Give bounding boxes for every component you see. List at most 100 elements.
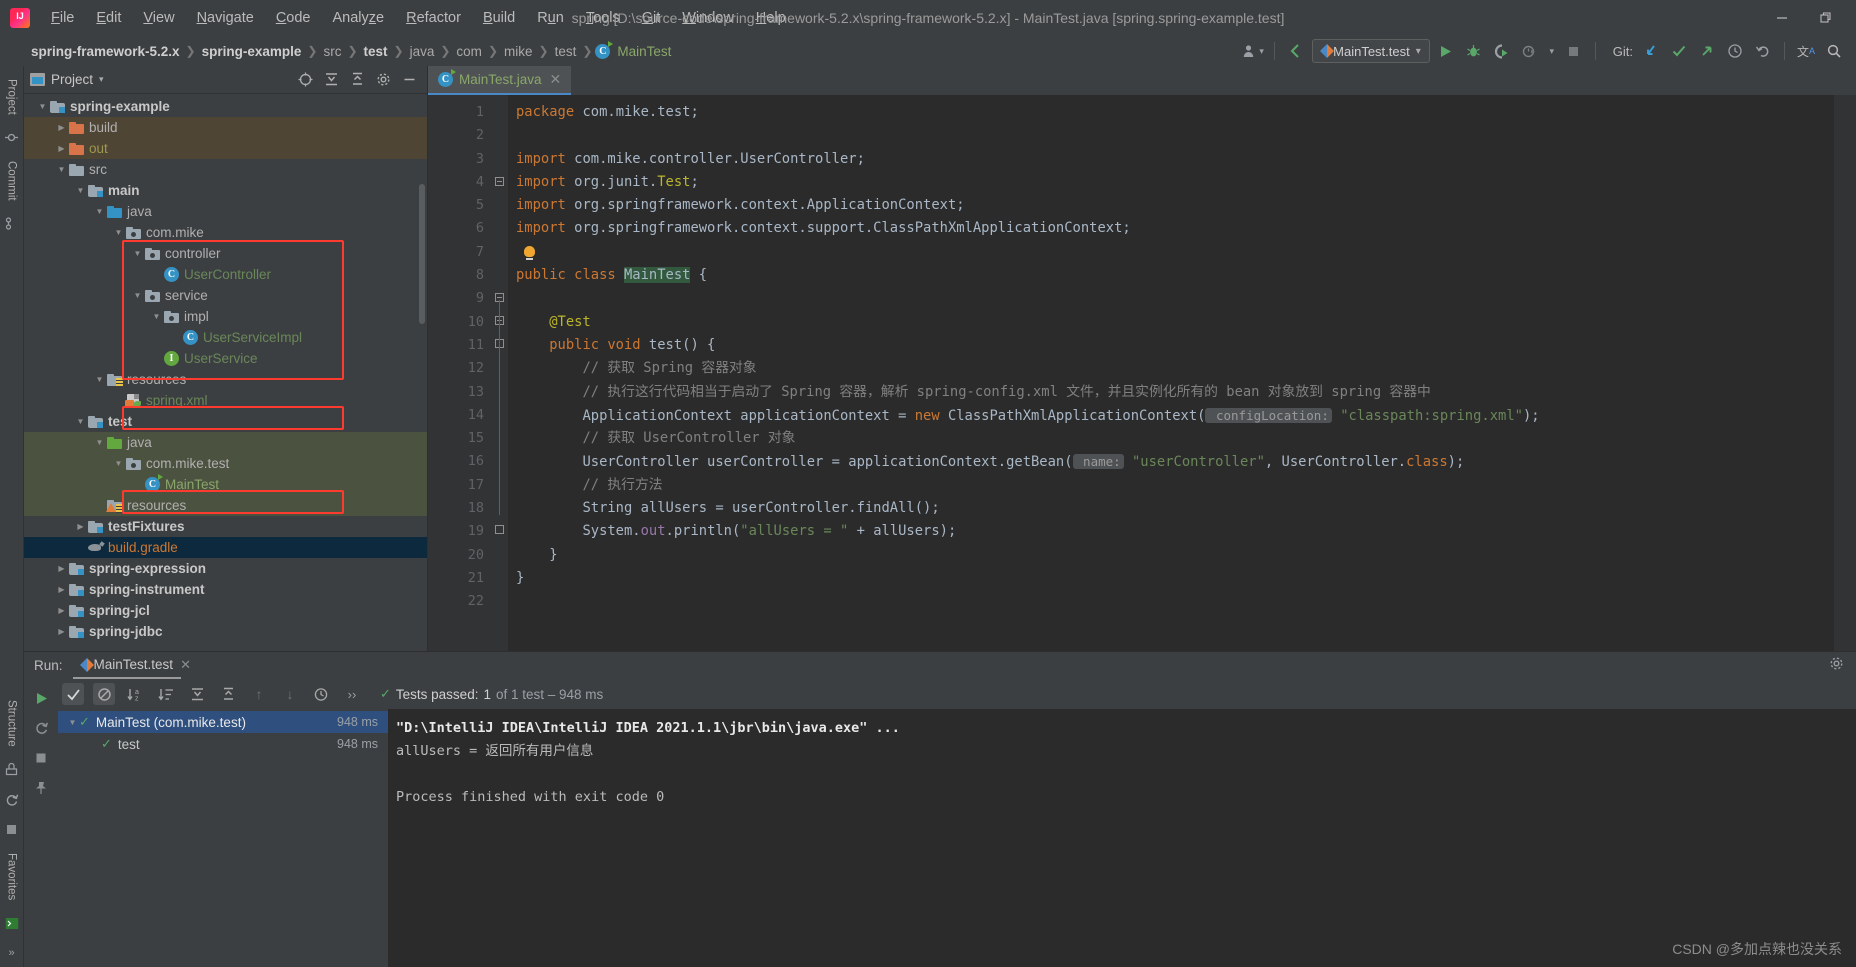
line-number[interactable]: 20 [428, 544, 490, 567]
breadcrumb-item-com[interactable]: com [453, 43, 485, 60]
close-icon[interactable]: ✕ [180, 657, 191, 673]
fold-marker[interactable] [490, 544, 508, 567]
collapse-all-icon[interactable] [345, 68, 369, 92]
breadcrumb-item-spring-framework-5-2-x[interactable]: spring-framework-5.2.x [28, 43, 183, 60]
chevron-right-icon[interactable]: ▶ [55, 564, 68, 573]
line-number[interactable]: 11 [428, 334, 506, 357]
tree-node-MainTest[interactable]: C MainTest [24, 474, 427, 495]
tree-node-spring-instrument[interactable]: ▶ spring-instrument [24, 579, 427, 600]
line-number-gutter[interactable]: 1 2 3 4 5 6 7 8 9 10 11 12 13 14 15 16 17 18 19 20 21 22 [428, 95, 506, 651]
run-tab-maintest[interactable]: MainTest.test ✕ [72, 657, 191, 679]
chevron-right-icon[interactable]: ▶ [55, 123, 68, 132]
tree-node-main[interactable]: ▼ main [24, 180, 427, 201]
chevron-right-icon[interactable]: ▶ [55, 585, 68, 594]
code-line[interactable]: ApplicationContext applicationContext = … [508, 404, 1834, 427]
line-number[interactable]: 17 [428, 474, 490, 497]
line-number[interactable]: 7 [428, 241, 490, 264]
pin-icon[interactable] [30, 777, 52, 799]
tree-node-out[interactable]: ▶ out [24, 138, 427, 159]
tree-node-spring-jcl[interactable]: ▶ spring-jcl [24, 600, 427, 621]
code-line[interactable] [508, 287, 1834, 310]
line-number[interactable]: 9 [428, 287, 490, 310]
line-number[interactable]: 19 [428, 520, 490, 543]
menu-item-refactor[interactable]: Refactor [395, 6, 472, 30]
tree-node-com-mike[interactable]: ▼ com.mike [24, 222, 427, 243]
tree-node-resources[interactable]: ▼ resources [24, 369, 427, 390]
fold-marker[interactable] [490, 264, 508, 287]
code-line[interactable] [508, 124, 1834, 147]
chevron-down-icon[interactable]: ▾ [99, 74, 104, 85]
tree-node-spring-xml[interactable]: spring.xml [24, 390, 427, 411]
test-tree-row[interactable]: ▼ ✓ MainTest (com.mike.test) 948 ms [58, 711, 388, 733]
sort-alphabetically-button[interactable]: az [124, 683, 146, 705]
code-line[interactable]: // 获取 Spring 容器对象 [508, 357, 1834, 380]
stop-icon[interactable] [30, 747, 52, 769]
menu-item-view[interactable]: View [132, 6, 185, 30]
code-line[interactable]: } [508, 544, 1834, 567]
debug-button[interactable] [1462, 39, 1486, 63]
stop-strip-icon[interactable] [3, 821, 21, 839]
code-line[interactable]: package com.mike.test; [508, 101, 1834, 124]
fold-marker[interactable] [490, 124, 508, 147]
fold-marker[interactable] [490, 217, 508, 240]
chevron-down-icon[interactable]: ▾ [1416, 46, 1421, 57]
breadcrumb-item-java[interactable]: java [407, 43, 438, 60]
sidebar-item-commit[interactable]: Commit [3, 154, 21, 208]
tree-node-UserController[interactable]: C UserController [24, 264, 427, 285]
window-controls[interactable] [1760, 1, 1856, 35]
test-history-button[interactable] [310, 683, 332, 705]
code-line[interactable] [508, 241, 1834, 264]
chevron-down-icon[interactable]: ▼ [36, 102, 49, 111]
line-number[interactable]: 4 [428, 171, 490, 194]
chevron-down-icon[interactable]: ▼ [131, 249, 144, 258]
fold-marker[interactable] [490, 101, 508, 124]
user-avatar-icon[interactable]: ▾ [1241, 39, 1265, 63]
code-line[interactable]: System.out.println("allUsers = " + allUs… [508, 520, 1834, 543]
breadcrumb[interactable]: spring-framework-5.2.x ❯ spring-example ❯ sr… [28, 40, 674, 60]
menu-item-edit[interactable]: Edit [85, 6, 132, 30]
fold-marker[interactable] [490, 590, 508, 613]
tree-node-spring-example[interactable]: ▼ spring-example [24, 96, 427, 117]
breadcrumb-item-spring-example[interactable]: spring-example [199, 43, 305, 60]
fold-region-toggle[interactable] [495, 177, 504, 186]
tree-node-service[interactable]: ▼ service [24, 285, 427, 306]
chevron-down-icon[interactable]: ▼ [112, 459, 125, 468]
menu-item-tools[interactable]: Tools [575, 6, 631, 30]
line-number[interactable]: 22 [428, 590, 490, 613]
sidebar-item-project[interactable]: Project [3, 72, 21, 122]
fold-gutter[interactable] [490, 95, 508, 651]
breadcrumb-item-test[interactable]: test [361, 43, 391, 60]
menu-bar[interactable]: File Edit View Navigate Code Analyze Refactor B… [40, 6, 797, 30]
chevron-down-icon[interactable]: ▼ [93, 207, 106, 216]
fold-region-toggle[interactable] [495, 525, 504, 534]
refresh-strip-icon[interactable] [3, 791, 21, 809]
chevron-right-icon[interactable]: ▶ [55, 144, 68, 153]
update-project-icon[interactable] [1639, 39, 1663, 63]
expand-all-icon[interactable] [319, 68, 343, 92]
code-line[interactable]: // 执行这行代码相当于启动了 Spring 容器，解析 spring-conf… [508, 381, 1834, 404]
chevron-down-icon[interactable]: ▼ [150, 312, 163, 321]
rollback-icon[interactable] [1751, 39, 1775, 63]
sort-by-duration-button[interactable] [155, 683, 177, 705]
console-output[interactable]: "D:\IntelliJ IDEA\IntelliJ IDEA 2021.1.1… [388, 709, 1856, 967]
line-number[interactable]: 5 [428, 194, 490, 217]
run-button[interactable] [1434, 39, 1458, 63]
minimize-button[interactable] [1760, 1, 1804, 35]
show-passed-toggle[interactable] [62, 683, 84, 705]
intention-bulb-icon[interactable] [524, 245, 535, 260]
code-line[interactable]: @Test [508, 311, 1834, 334]
tree-node-resources[interactable]: resources [24, 495, 427, 516]
menu-item-run[interactable]: Run [526, 6, 575, 30]
expand-strip-icon[interactable]: » [3, 944, 21, 962]
tree-node-java[interactable]: ▼ java [24, 201, 427, 222]
chevron-down-icon[interactable]: ▼ [93, 375, 106, 384]
menu-item-build[interactable]: Build [472, 6, 526, 30]
chevron-right-icon[interactable]: ▶ [55, 606, 68, 615]
tree-node-java[interactable]: ▼ java [24, 432, 427, 453]
sidebar-item-favorites[interactable]: Favorites [3, 846, 21, 907]
line-number[interactable]: 13 [428, 381, 490, 404]
fold-marker[interactable] [490, 194, 508, 217]
menu-item-analyze[interactable]: Analyze [322, 6, 396, 30]
line-number[interactable]: 21 [428, 567, 490, 590]
collapse-all-button[interactable] [217, 683, 239, 705]
